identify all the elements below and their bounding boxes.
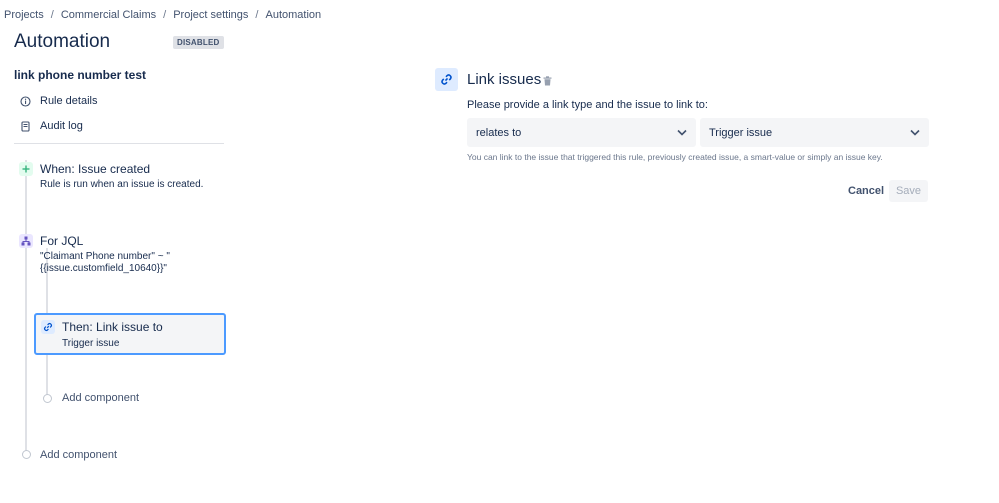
panel-title: Link issues bbox=[467, 71, 542, 88]
add-component-dot bbox=[43, 394, 52, 403]
action-subtitle: Trigger issue bbox=[62, 338, 120, 349]
flow-connector-line bbox=[25, 160, 27, 455]
breadcrumb-automation[interactable]: Automation bbox=[265, 9, 321, 21]
info-icon bbox=[20, 95, 31, 107]
rule-details-link[interactable]: Rule details bbox=[20, 95, 97, 107]
rule-name: link phone number test bbox=[14, 68, 147, 82]
document-icon bbox=[20, 120, 31, 132]
link-type-value: relates to bbox=[476, 126, 522, 139]
link-instructions: Please provide a link type and the issue… bbox=[467, 99, 708, 111]
branch-jql-line1: "Claimant Phone number" ~ " bbox=[40, 251, 170, 262]
chevron-down-icon bbox=[677, 127, 687, 139]
breadcrumb-separator: / bbox=[50, 9, 54, 21]
branch-jql-line2: {{issue.customfield_10640}}" bbox=[40, 263, 167, 274]
audit-log-label: Audit log bbox=[40, 120, 83, 132]
breadcrumb-separator: / bbox=[163, 9, 167, 21]
sidebar-divider bbox=[14, 143, 224, 144]
plus-icon bbox=[19, 162, 33, 176]
action-node: Then: Link issue to Trigger issue bbox=[62, 320, 163, 349]
status-badge: DISABLED bbox=[173, 36, 224, 49]
audit-log-link[interactable]: Audit log bbox=[20, 120, 83, 132]
add-component-dot bbox=[22, 450, 31, 459]
trigger-title: When: Issue created bbox=[40, 162, 151, 176]
trigger-subtitle: Rule is run when an issue is created. bbox=[40, 179, 204, 190]
target-issue-select[interactable]: Trigger issue bbox=[700, 118, 929, 147]
link-icon bbox=[41, 320, 55, 334]
breadcrumb: Projects / Commercial Claims / Project s… bbox=[4, 9, 321, 21]
add-component-outer-button[interactable]: Add component bbox=[40, 449, 117, 461]
add-component-inner-button[interactable]: Add component bbox=[62, 392, 139, 404]
breadcrumb-project-settings[interactable]: Project settings bbox=[173, 9, 248, 21]
page-title: Automation bbox=[14, 31, 111, 52]
branch-icon bbox=[19, 234, 33, 248]
branch-node[interactable]: For JQL "Claimant Phone number" ~ " {{is… bbox=[40, 234, 170, 274]
link-type-select[interactable]: relates to bbox=[467, 118, 696, 147]
breadcrumb-commercial-claims[interactable]: Commercial Claims bbox=[61, 9, 156, 21]
link-icon bbox=[435, 68, 458, 91]
save-button[interactable]: Save bbox=[889, 180, 928, 202]
action-title: Then: Link issue to bbox=[62, 320, 163, 334]
trash-icon[interactable] bbox=[543, 73, 552, 91]
rule-details-label: Rule details bbox=[40, 95, 98, 107]
target-issue-value: Trigger issue bbox=[709, 126, 773, 139]
branch-title: For JQL bbox=[40, 234, 84, 248]
link-helper-text: You can link to the issue that triggered… bbox=[467, 152, 883, 162]
trigger-node[interactable]: When: Issue created Rule is run when an … bbox=[40, 162, 203, 190]
breadcrumb-projects[interactable]: Projects bbox=[4, 9, 44, 21]
chevron-down-icon bbox=[910, 127, 920, 139]
cancel-button[interactable]: Cancel bbox=[840, 180, 892, 202]
breadcrumb-separator: / bbox=[255, 9, 259, 21]
